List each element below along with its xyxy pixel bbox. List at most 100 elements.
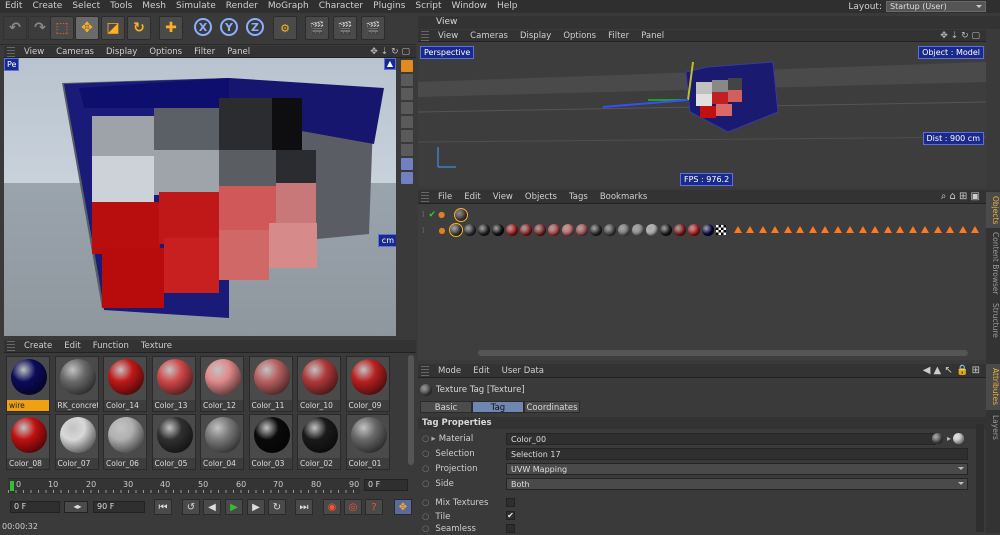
material-tag-icon[interactable]	[589, 224, 602, 236]
menu-select[interactable]: Select	[67, 0, 105, 13]
expand-icon[interactable]: ⁝	[422, 226, 425, 235]
material-tag-icon[interactable]	[617, 224, 630, 236]
material-swatch[interactable]: Color_01	[345, 414, 390, 470]
material-swatch[interactable]: Color_14	[103, 356, 147, 412]
material-swatch[interactable]: Color_13	[151, 356, 196, 412]
tab-tag[interactable]: Tag	[472, 401, 524, 413]
vp-menu-display[interactable]: Display	[100, 47, 143, 57]
material-tag-icon[interactable]	[454, 207, 469, 222]
grip-icon[interactable]	[421, 191, 429, 202]
om-menu-bookmarks[interactable]: Bookmarks	[594, 192, 654, 202]
radio-icon[interactable]: ○	[422, 449, 429, 459]
material-tag-icon[interactable]	[659, 224, 672, 236]
object-camera-label[interactable]: Object : Model	[918, 46, 984, 59]
phong-tag-icon[interactable]	[871, 226, 880, 233]
rotate-button[interactable]: ↻	[127, 16, 151, 40]
vp-menu-options[interactable]: Options	[557, 31, 602, 41]
range-stepper[interactable]: ◂▸	[64, 501, 88, 513]
phong-tag-icon[interactable]	[821, 226, 830, 233]
horizontal-scrollbar[interactable]	[478, 350, 968, 356]
om-menu-file[interactable]: File	[432, 192, 458, 202]
attr-menu-mode[interactable]: Mode	[432, 366, 467, 376]
expand-arrow-icon[interactable]: ▸	[431, 434, 435, 444]
material-swatch[interactable]: Color_06	[103, 414, 147, 470]
material-swatch[interactable]: Color_02	[297, 414, 341, 470]
phong-tag-icon[interactable]	[908, 226, 917, 233]
tab-objects[interactable]: Objects	[986, 192, 1000, 228]
material-swatch[interactable]: Color_05	[151, 414, 196, 470]
phong-tag-icon[interactable]	[946, 226, 955, 233]
om-menu-view[interactable]: View	[487, 192, 519, 202]
move-button[interactable]: ✥	[75, 16, 99, 40]
tab-structure[interactable]: Structure	[986, 298, 1000, 342]
right-viewport-canvas[interactable]: Perspective Object : Model Dist : 900 cm…	[418, 42, 986, 187]
x-axis-button[interactable]: X	[192, 16, 216, 40]
material-swatch[interactable]: Color_10	[297, 356, 341, 412]
material-tag-icon[interactable]	[575, 224, 588, 236]
pick-object-icon[interactable]	[953, 433, 965, 444]
transform-button[interactable]: ✚	[159, 16, 183, 40]
material-swatch[interactable]: Color_04	[200, 414, 244, 470]
material-tag-icon[interactable]	[477, 224, 490, 236]
menu-simulate[interactable]: Simulate	[171, 0, 221, 13]
grip-icon[interactable]	[7, 341, 15, 351]
menu-mesh[interactable]: Mesh	[137, 0, 171, 13]
phong-tag-icon[interactable]	[796, 226, 805, 233]
attr-menu-userdata[interactable]: User Data	[496, 366, 550, 376]
material-tag-icon[interactable]	[533, 224, 546, 236]
current-frame-field[interactable]: 0 F	[364, 479, 408, 491]
goto-end-button[interactable]: ⏭	[295, 499, 313, 515]
viewport-nav-icon[interactable]: ✥ ⇣ ↻ ▢	[940, 31, 980, 41]
check-icon[interactable]: ✔	[429, 210, 437, 220]
phong-tag-icon[interactable]	[783, 226, 792, 233]
radio-icon[interactable]: ○	[422, 479, 429, 489]
material-tag-icon[interactable]	[673, 224, 686, 236]
autokey-button[interactable]: ◎	[344, 499, 362, 515]
menu-character[interactable]: Plugins	[368, 0, 410, 13]
grip-icon[interactable]	[421, 365, 429, 376]
prev-frame-button[interactable]: ◀	[203, 499, 221, 515]
material-swatch[interactable]: Color_12	[200, 356, 244, 412]
menu-script[interactable]: Window	[447, 0, 493, 13]
material-tag-icon[interactable]	[701, 224, 714, 236]
tab-content-browser[interactable]: Content Browser	[986, 230, 1000, 296]
menu-mograph[interactable]: Character	[314, 0, 368, 13]
phong-tag-icon[interactable]	[833, 226, 842, 233]
prop-material-field[interactable]: Color_00	[506, 433, 936, 445]
phong-tag-icon[interactable]	[771, 226, 780, 233]
viewport-nav-icon[interactable]: ✥ ⇣ ↻ ▢	[370, 47, 410, 57]
play-button[interactable]: ▶	[225, 499, 243, 515]
record-button[interactable]: ◉	[323, 499, 341, 515]
material-scrollbar[interactable]	[408, 355, 414, 465]
radio-icon[interactable]: ○	[422, 434, 429, 444]
mm-menu-function[interactable]: Function	[87, 341, 135, 351]
material-tag-icon[interactable]	[505, 224, 518, 236]
nav-arrows-icon[interactable]: ◀ ▲ ↖ 🔒 ⊞	[923, 365, 980, 376]
scale-button[interactable]: ◪	[101, 16, 125, 40]
left-viewport-canvas[interactable]: Pe cm ▲	[4, 58, 396, 336]
camera-icon[interactable]: ▲	[384, 58, 396, 70]
menu-tools[interactable]: Tools	[105, 0, 137, 13]
vp-menu-filter[interactable]: Filter	[188, 47, 221, 57]
radio-icon[interactable]: ○	[422, 464, 429, 474]
live-selection-button[interactable]: ⬚	[50, 16, 74, 40]
vp-menu-cameras[interactable]: Cameras	[464, 31, 514, 41]
material-swatch[interactable]: Color_09	[345, 356, 390, 412]
phong-tag-icon[interactable]	[733, 226, 742, 233]
tool-icon[interactable]	[401, 102, 413, 114]
tool-icon[interactable]	[401, 158, 413, 170]
prev-key-button[interactable]: ↺	[182, 499, 200, 515]
object-row[interactable]: ⁝ ●	[422, 223, 984, 237]
menu-edit[interactable]: Edit	[0, 0, 27, 13]
snap-icon[interactable]	[401, 60, 413, 72]
menu-plugins[interactable]: Script	[410, 0, 446, 13]
mix-textures-checkbox[interactable]	[506, 498, 515, 507]
material-tag-icon[interactable]	[519, 224, 532, 236]
om-menu-edit[interactable]: Edit	[458, 192, 486, 202]
vertical-scrollbar[interactable]	[976, 424, 984, 532]
phong-tag-icon[interactable]	[958, 226, 967, 233]
tab-attributes[interactable]: Attributes	[986, 364, 1000, 410]
mm-menu-texture[interactable]: Texture	[135, 341, 178, 351]
object-row[interactable]: ⁝ ✔ ●	[422, 207, 469, 222]
tile-checkbox[interactable]: ✔	[506, 511, 515, 520]
